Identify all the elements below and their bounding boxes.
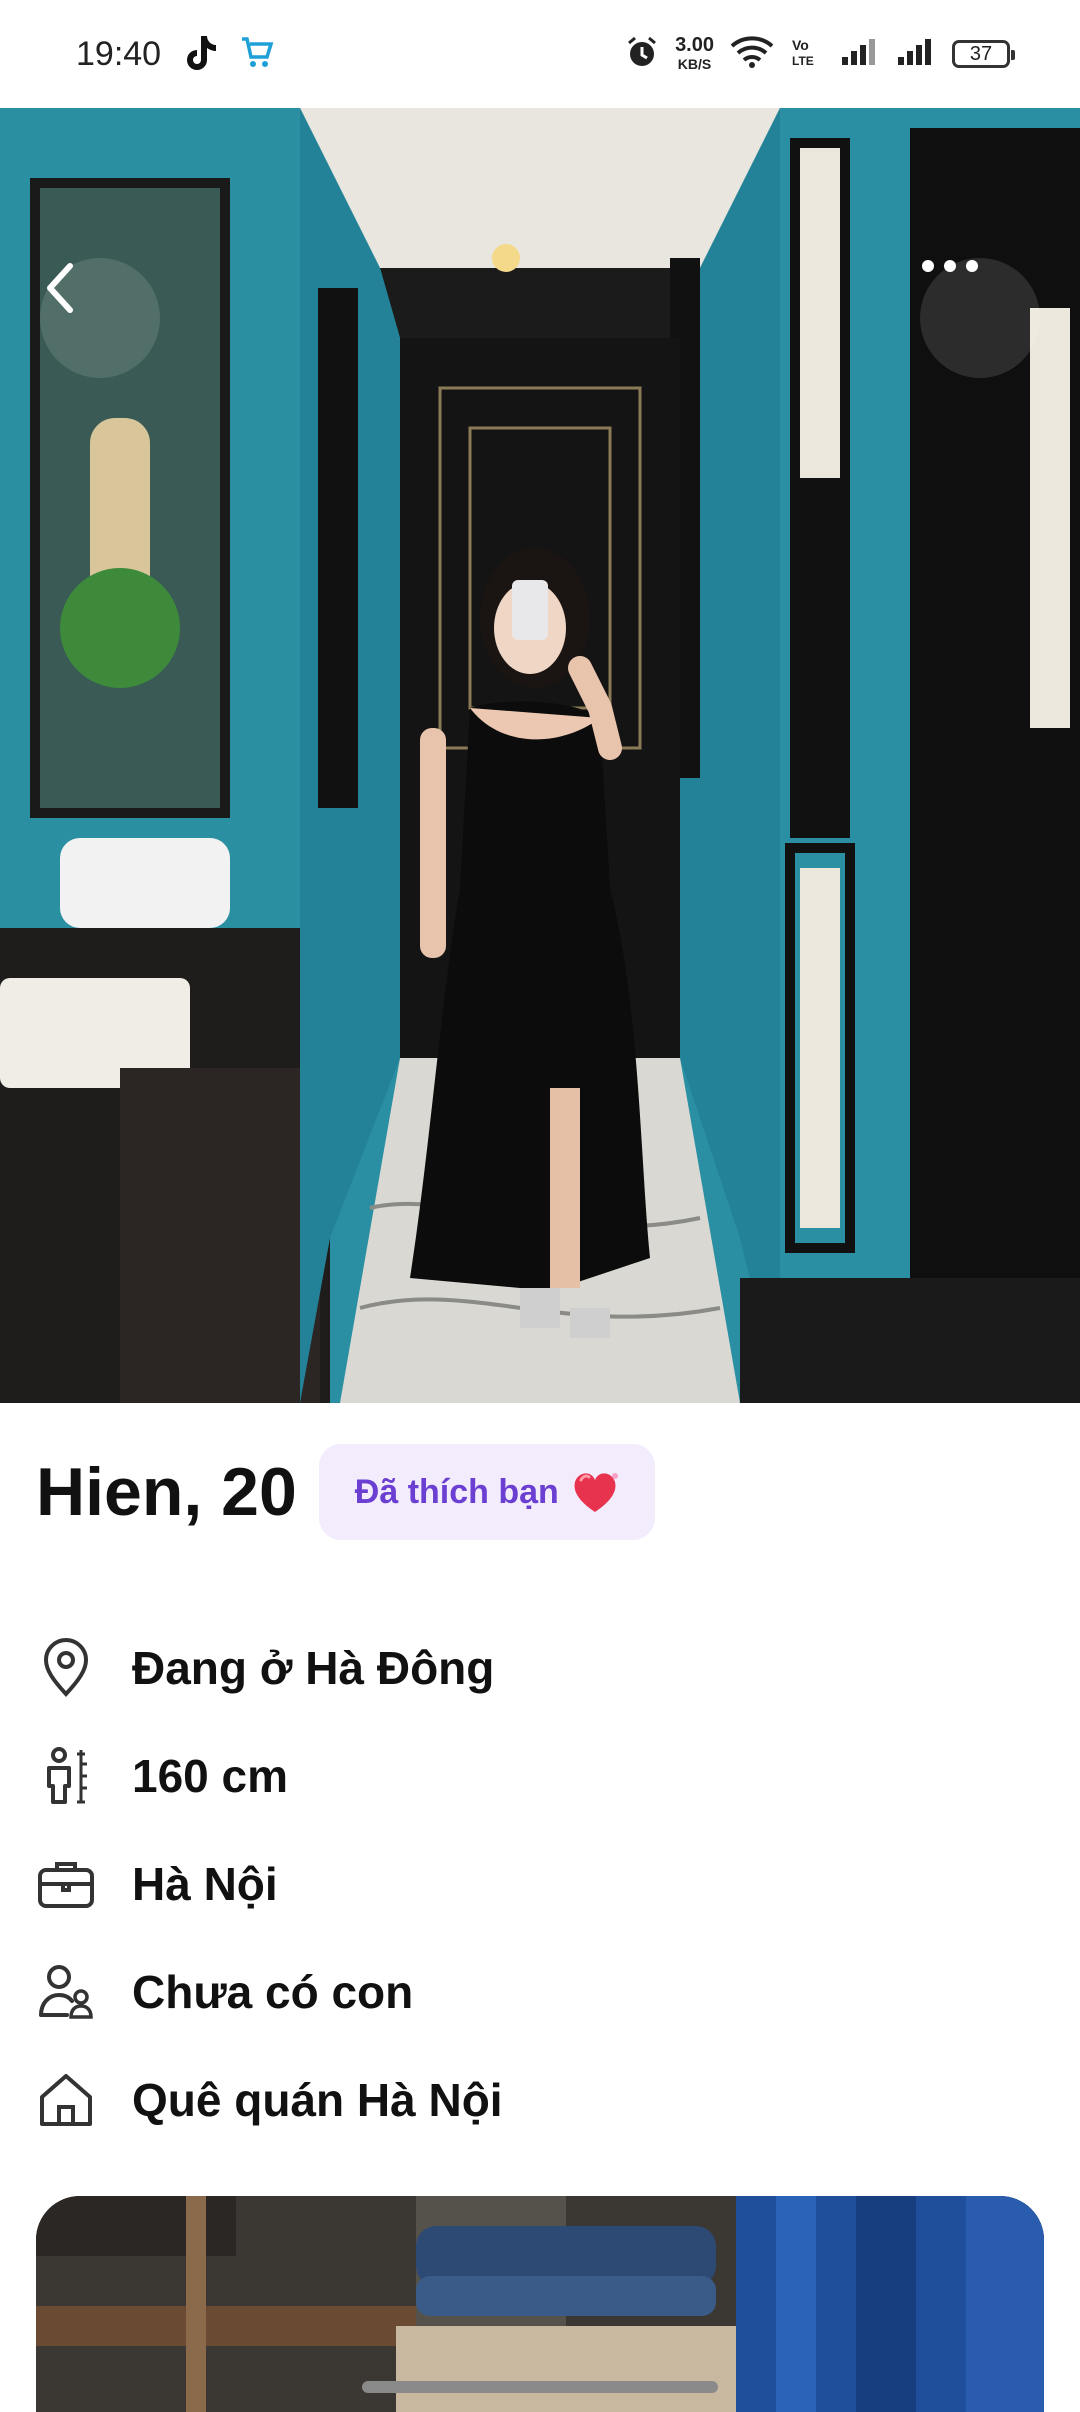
home-indicator[interactable] xyxy=(362,2381,718,2393)
profile-name-age: Hien, 20 xyxy=(36,1454,297,1530)
profile-attributes: Đang ở Hà Đông 160 cm Hà Nội Chưa có con… xyxy=(36,1614,503,2154)
battery-icon: 37 xyxy=(952,40,1015,68)
svg-text:Vo: Vo xyxy=(792,37,809,53)
liked-badge-label: Đã thích bạn xyxy=(354,1472,559,1511)
attribute-work: Hà Nội xyxy=(36,1830,503,1938)
svg-text:LTE: LTE xyxy=(792,54,814,68)
speed-unit: KB/S xyxy=(677,55,712,72)
heart-icon xyxy=(574,1473,618,1512)
briefcase-icon xyxy=(36,1854,96,1914)
home-icon xyxy=(36,2070,96,2130)
attribute-location: Đang ở Hà Đông xyxy=(36,1614,503,1722)
wifi-icon xyxy=(730,35,774,74)
shopping-cart-icon xyxy=(239,34,275,75)
more-options-button[interactable] xyxy=(920,258,1040,378)
battery-level: 37 xyxy=(969,42,993,65)
profile-photo[interactable] xyxy=(0,108,1080,1403)
attribute-text: Đang ở Hà Đông xyxy=(132,1642,495,1694)
attribute-hometown: Quê quán Hà Nội xyxy=(36,2046,503,2154)
height-icon xyxy=(36,1746,96,1806)
children-icon xyxy=(36,1962,96,2022)
network-speed: 3.00 KB/S xyxy=(675,33,714,73)
volte-icon: Vo LTE xyxy=(790,35,824,74)
speed-value: 3.00 xyxy=(675,33,714,56)
location-pin-icon xyxy=(36,1638,96,1698)
profile-header: Hien, 20 Đã thích bạn xyxy=(36,1444,655,1540)
attribute-height: 160 cm xyxy=(36,1722,503,1830)
back-button[interactable] xyxy=(40,258,160,378)
alarm-icon xyxy=(625,35,659,74)
attribute-text: 160 cm xyxy=(132,1750,289,1802)
more-dots-icon xyxy=(922,260,978,272)
liked-you-badge: Đã thích bạn xyxy=(318,1444,655,1540)
profile-photo-secondary[interactable] xyxy=(36,2196,1044,2412)
photo-illustration xyxy=(36,2196,1044,2412)
photo-illustration xyxy=(0,108,1080,1403)
attribute-text: Quê quán Hà Nội xyxy=(132,2074,503,2126)
attribute-children: Chưa có con xyxy=(36,1938,503,2046)
attribute-text: Hà Nội xyxy=(132,1858,278,1910)
status-time: 19:40 xyxy=(76,34,162,73)
signal-icon xyxy=(896,37,936,72)
chevron-left-icon xyxy=(47,263,73,313)
status-bar: 19:40 3.00 KB/S Vo LTE 37 xyxy=(0,0,1080,108)
signal-icon xyxy=(840,37,880,72)
attribute-text: Chưa có con xyxy=(132,1966,414,2018)
tiktok-icon xyxy=(183,34,217,75)
